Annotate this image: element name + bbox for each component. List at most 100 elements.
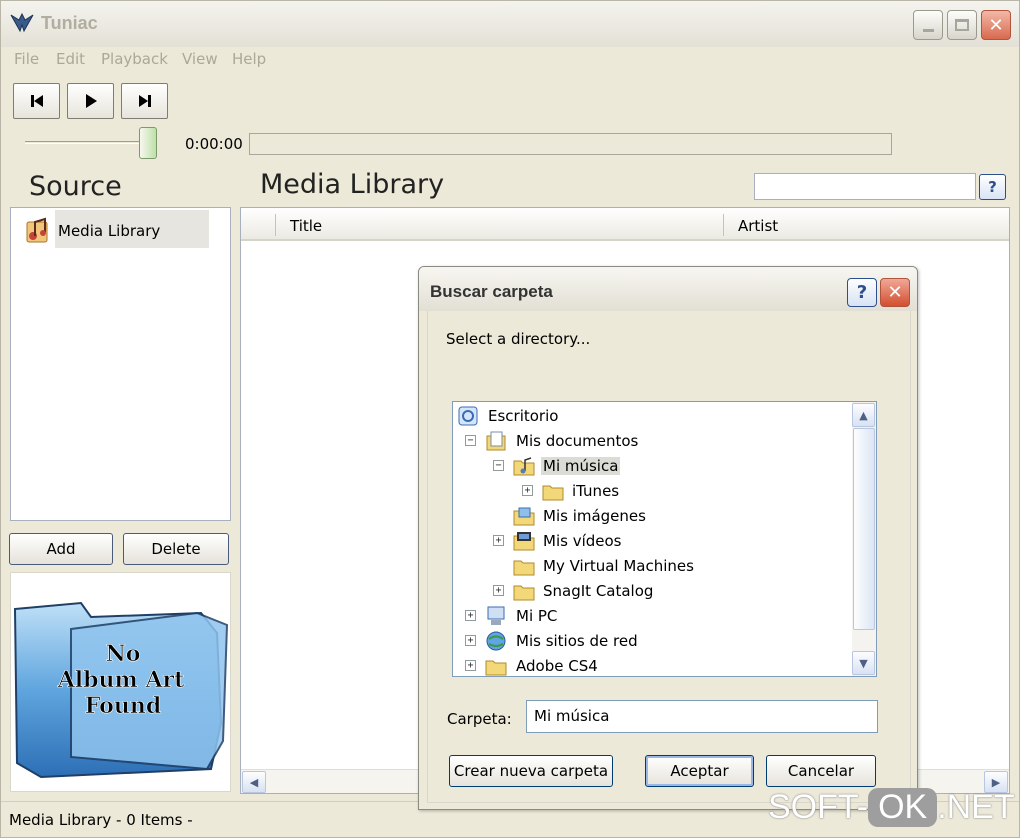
source-item-label: Media Library [58,222,161,240]
tree-item-label: Mis imágenes [543,507,646,525]
tree-item-mis-imagenes[interactable]: Mis imágenes [453,504,848,528]
tree-item-label: iTunes [572,482,620,500]
column-separator [723,214,724,236]
media-library-icon [26,217,48,243]
tree-item-label: Mi PC [516,607,558,625]
menu-bar: File Edit Playback View Help [1,47,1019,73]
watermark: SOFT- OK .NET [768,788,1015,827]
search-input[interactable] [754,173,976,200]
time-display: 0:00:00 [185,135,243,153]
search-help-button[interactable]: ? [979,174,1006,200]
dialog-title: Buscar carpeta [430,282,553,301]
videos-folder-icon [513,532,535,551]
vertical-scrollbar[interactable]: ▲ ▼ [852,402,876,676]
scroll-down-icon[interactable]: ▼ [852,651,875,675]
scroll-left-icon[interactable]: ◀ [242,771,266,793]
tree-item-label: SnagIt Catalog [543,582,654,600]
folder-icon [513,585,535,601]
folder-icon [485,660,507,676]
previous-button[interactable] [13,83,60,119]
browse-folder-dialog: Buscar carpeta ? ✕ Select a directory...… [418,266,918,810]
menu-help[interactable]: Help [232,50,266,68]
tree-item-snagit-catalog[interactable]: + SnagIt Catalog [453,579,848,603]
menu-edit[interactable]: Edit [56,50,85,68]
album-art-line2: Album Art [57,667,185,693]
my-computer-icon [487,606,505,625]
watermark-ok: OK [868,788,938,827]
column-header-title[interactable]: Title [290,217,322,235]
new-folder-button[interactable]: Crear nueva carpeta [449,755,613,787]
cancel-button[interactable]: Cancelar [766,755,876,787]
folder-tree[interactable]: Escritorio − Mis documentos − Mi música … [452,401,877,677]
folder-field[interactable]: Mi música [526,700,878,733]
scrollbar-thumb[interactable] [853,428,875,630]
next-button[interactable] [121,83,168,119]
tree-item-mis-documentos[interactable]: − Mis documentos [453,429,848,453]
tree-item-mis-sitios-de-red[interactable]: + Mis sitios de red [453,629,848,653]
minimize-button[interactable] [913,10,943,40]
source-item-media-library[interactable]: Media Library [19,210,209,248]
expand-icon[interactable]: + [465,635,476,646]
column-header-artist[interactable]: Artist [738,217,778,235]
menu-playback[interactable]: Playback [101,50,168,68]
tree-item-label: Mis vídeos [543,532,622,550]
menu-file[interactable]: File [14,50,39,68]
close-icon: ✕ [988,14,1004,36]
tree-item-label: Mis sitios de red [516,632,638,650]
maximize-button[interactable] [947,10,977,40]
volume-slider-thumb[interactable] [139,127,157,159]
source-list: Media Library [10,207,231,521]
desktop-icon [458,406,478,426]
dialog-title-bar[interactable]: Buscar carpeta ? ✕ [419,267,917,311]
accept-button[interactable]: Aceptar [645,755,754,787]
expand-icon[interactable]: + [493,535,504,546]
tree-item-my-virtual-machines[interactable]: My Virtual Machines [453,554,848,578]
library-heading: Media Library [260,169,445,200]
source-heading: Source [29,171,122,202]
expand-icon[interactable]: + [465,610,476,621]
status-text: Media Library - 0 Items - [9,811,193,829]
my-documents-icon [486,431,506,451]
close-icon: ✕ [887,282,903,303]
album-art-line3: Found [85,693,161,719]
tree-item-mi-musica[interactable]: − Mi música [453,454,848,478]
tree-item-mi-pc[interactable]: + Mi PC [453,604,848,628]
add-button[interactable]: Add [9,533,113,565]
collapse-icon[interactable]: − [493,460,504,471]
tree-item-adobe-cs4[interactable]: + Adobe CS4 [453,654,848,676]
folder-icon [513,560,535,576]
seek-bar[interactable] [249,133,892,155]
expand-icon[interactable]: + [522,485,533,496]
tuniac-logo-icon [10,12,34,33]
folder-label: Carpeta: [447,710,512,728]
tree-item-label-selected: Mi música [541,457,621,475]
watermark-left: SOFT- [768,788,869,826]
delete-button[interactable]: Delete [123,533,229,565]
dialog-close-button[interactable]: ✕ [880,278,910,307]
expand-icon[interactable]: + [493,585,504,596]
album-art-line1: No [106,641,141,667]
expand-icon[interactable]: + [465,660,476,671]
menu-view[interactable]: View [182,50,218,68]
no-album-art-image: No Album Art Found [13,601,229,779]
title-bar[interactable]: Tuniac ✕ [1,1,1019,47]
window-title: Tuniac [41,13,98,33]
play-icon [85,94,97,108]
tree-item-mis-videos[interactable]: + Mis vídeos [453,529,848,553]
next-track-icon [138,95,151,107]
play-button[interactable] [67,83,114,119]
scroll-up-icon[interactable]: ▲ [852,403,875,427]
watermark-right: .NET [937,788,1015,826]
dialog-help-button[interactable]: ? [847,278,877,307]
tree-item-itunes[interactable]: + iTunes [453,479,848,503]
track-list-header: Title Artist [241,208,1009,241]
tree-item-escritorio[interactable]: Escritorio [453,404,848,428]
music-folder-icon [513,457,535,476]
network-places-icon [486,631,506,651]
tree-item-label: My Virtual Machines [543,557,694,575]
previous-track-icon [30,95,43,107]
collapse-icon[interactable]: − [465,435,476,446]
volume-slider-track[interactable] [25,141,150,144]
close-button[interactable]: ✕ [981,10,1011,40]
pictures-folder-icon [513,507,535,526]
